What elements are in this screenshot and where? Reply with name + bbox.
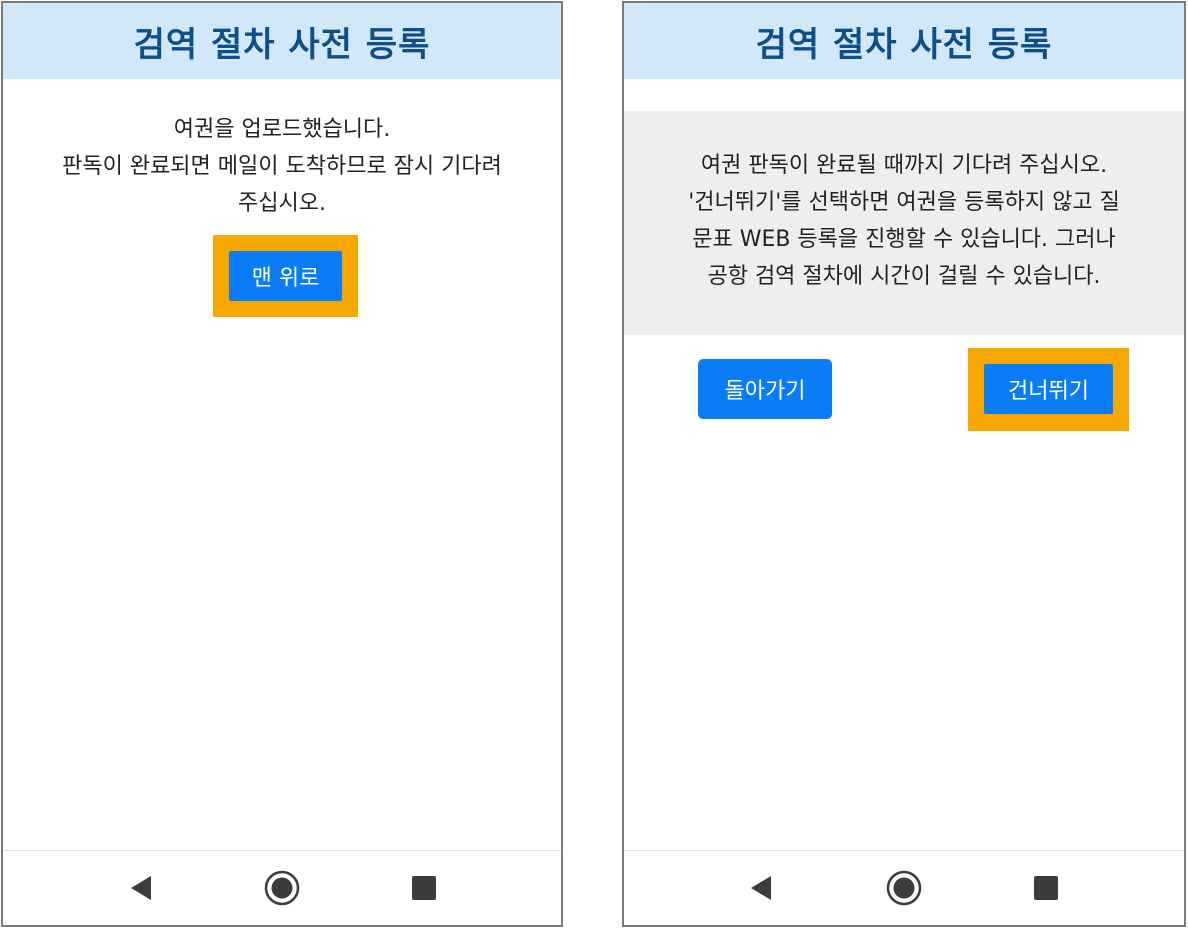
screenshot-canvas: 검역 절차 사전 등록 여권을 업로드했습니다. 판독이 완료되면 메일이 도착…	[0, 0, 1188, 930]
message-line: 여권을 업로드했습니다.	[173, 117, 391, 142]
go-back-button[interactable]: 돌아가기	[698, 359, 832, 419]
message-line: 판독이 완료되면 메일이 도착하므로 잠시 기다려	[62, 154, 502, 179]
home-circle-icon[interactable]	[264, 870, 300, 906]
right-phone-screen: 검역 절차 사전 등록 여권 판독이 완료될 때까지 기다려 주십시오. '건너…	[622, 1, 1186, 927]
home-circle-icon[interactable]	[886, 870, 922, 906]
left-phone-screen: 검역 절차 사전 등록 여권을 업로드했습니다. 판독이 완료되면 메일이 도착…	[1, 1, 563, 927]
upload-complete-message: 여권을 업로드했습니다. 판독이 완료되면 메일이 도착하므로 잠시 기다려 주…	[3, 111, 561, 222]
navigation-bar	[3, 850, 561, 925]
recents-square-icon[interactable]	[406, 870, 442, 906]
message-line: 주십시오.	[238, 191, 326, 216]
message-line: 여권 판독이 완료될 때까지 기다려 주십시오.	[700, 153, 1108, 178]
skip-button[interactable]: 건너뛰기	[984, 364, 1113, 414]
page-title: 검역 절차 사전 등록	[755, 24, 1053, 65]
wait-instruction-message: 여권 판독이 완료될 때까지 기다려 주십시오. '건너뛰기'를 선택하면 여권…	[624, 147, 1184, 295]
page-title: 검역 절차 사전 등록	[133, 24, 431, 65]
back-triangle-icon[interactable]	[124, 870, 160, 906]
page-header: 검역 절차 사전 등록	[624, 3, 1184, 79]
navigation-bar	[624, 850, 1184, 925]
back-to-top-button[interactable]: 맨 위로	[229, 251, 342, 301]
recents-square-icon[interactable]	[1028, 870, 1064, 906]
page-header: 검역 절차 사전 등록	[3, 3, 561, 79]
back-triangle-icon[interactable]	[744, 870, 780, 906]
message-line: '건너뛰기'를 선택하면 여권을 등록하지 않고 질	[688, 190, 1120, 215]
message-line: 문표 WEB 등록을 진행할 수 있습니다. 그러나	[692, 227, 1116, 252]
message-line: 공항 검역 절차에 시간이 걸릴 수 있습니다.	[707, 264, 1101, 289]
